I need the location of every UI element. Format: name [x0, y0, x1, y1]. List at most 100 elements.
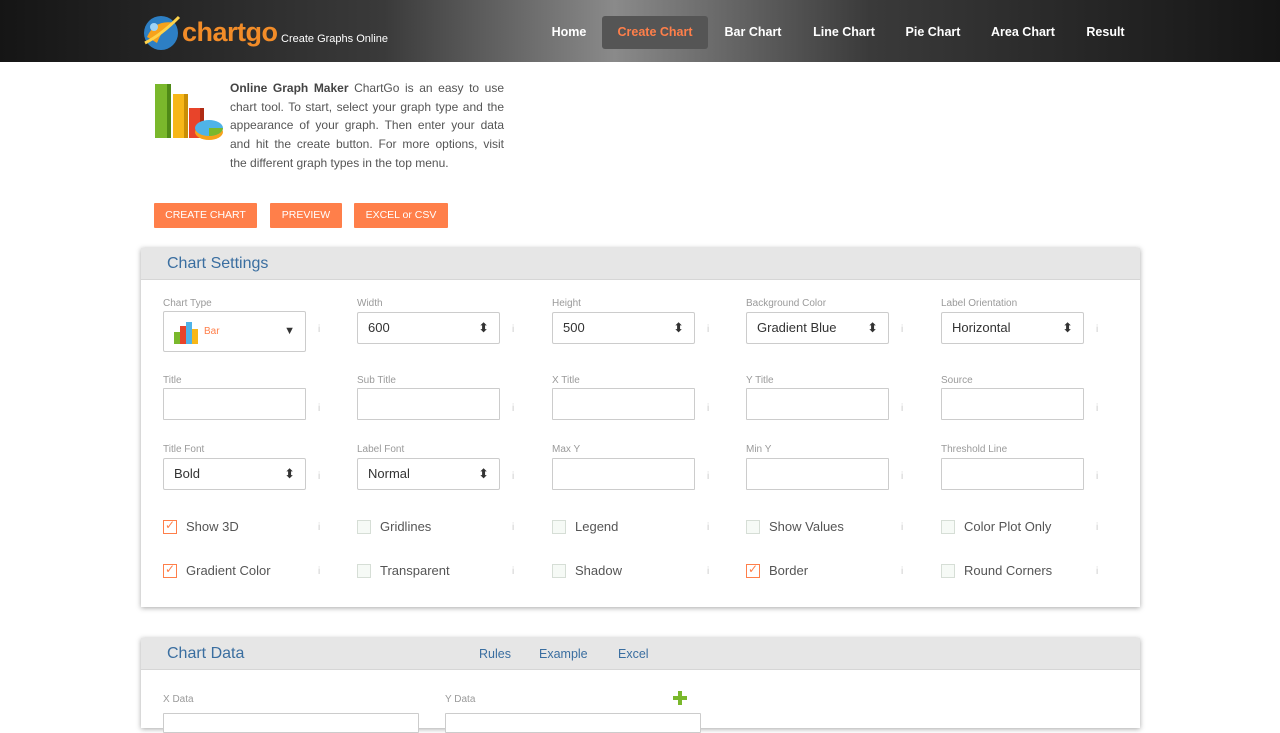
y-data-input[interactable]: [445, 713, 701, 733]
info-icon[interactable]: i: [318, 324, 320, 335]
nav-pie-chart[interactable]: Pie Chart: [897, 16, 969, 49]
updown-icon: ⬍: [478, 320, 489, 335]
threshold-line-label: Threshold Line: [941, 444, 1008, 455]
info-icon[interactable]: i: [512, 324, 514, 335]
info-icon[interactable]: i: [1096, 324, 1098, 335]
example-link[interactable]: Example: [539, 647, 588, 661]
nav-bar-chart[interactable]: Bar Chart: [716, 16, 790, 49]
show-3d-checkbox[interactable]: [163, 518, 177, 534]
threshold-line-input[interactable]: [941, 458, 1084, 490]
y-title-label: Y Title: [746, 375, 774, 386]
min-y-input[interactable]: [746, 458, 889, 490]
show-values-checkbox[interactable]: [746, 520, 760, 534]
label-font-select[interactable]: Normal ⬍: [357, 458, 500, 490]
height-select[interactable]: 500 ⬍: [552, 312, 695, 344]
source-input[interactable]: [941, 388, 1084, 420]
show-3d-label[interactable]: Show 3D: [186, 519, 239, 534]
brand-name[interactable]: chartgo: [182, 17, 278, 48]
info-icon[interactable]: i: [901, 566, 903, 577]
chart-data-header: Chart Data Rules Example Excel: [141, 638, 1140, 670]
info-icon[interactable]: i: [901, 522, 903, 533]
info-icon[interactable]: i: [512, 403, 514, 414]
width-value: 600: [368, 320, 390, 335]
info-icon[interactable]: i: [1096, 403, 1098, 414]
chevron-down-icon: ▼: [284, 325, 295, 337]
preview-button[interactable]: PREVIEW: [270, 203, 342, 228]
nav-create-chart[interactable]: Create Chart: [602, 16, 708, 49]
info-icon[interactable]: i: [318, 403, 320, 414]
info-icon[interactable]: i: [707, 324, 709, 335]
title-font-select[interactable]: Bold ⬍: [163, 458, 306, 490]
add-series-icon[interactable]: [673, 691, 687, 705]
excel-link[interactable]: Excel: [618, 647, 649, 661]
show-values-label[interactable]: Show Values: [769, 519, 844, 534]
updown-icon: ⬍: [673, 320, 684, 335]
excel-csv-button[interactable]: EXCEL or CSV: [354, 203, 448, 228]
info-icon[interactable]: i: [901, 324, 903, 335]
create-chart-button[interactable]: CREATE CHART: [154, 203, 257, 228]
legend-label[interactable]: Legend: [575, 519, 618, 534]
label-font-value: Normal: [368, 466, 410, 481]
info-icon[interactable]: i: [318, 471, 320, 482]
label-orientation-label: Label Orientation: [941, 298, 1018, 309]
info-icon[interactable]: i: [707, 403, 709, 414]
title-input[interactable]: [163, 388, 306, 420]
top-navigation-bar: chartgo Create Graphs Online Home Create…: [0, 0, 1280, 62]
gridlines-checkbox[interactable]: [357, 520, 371, 534]
x-title-label: X Title: [552, 375, 580, 386]
nav-result[interactable]: Result: [1078, 16, 1133, 49]
label-font-label: Label Font: [357, 444, 405, 455]
gradient-color-checkbox[interactable]: [163, 562, 177, 578]
y-title-input[interactable]: [746, 388, 889, 420]
border-checkbox[interactable]: [746, 562, 760, 578]
info-icon[interactable]: i: [707, 471, 709, 482]
width-label: Width: [357, 298, 383, 309]
border-label[interactable]: Border: [769, 563, 808, 578]
info-icon[interactable]: i: [512, 522, 514, 533]
intro-bold: Online Graph Maker: [230, 81, 349, 95]
round-corners-checkbox[interactable]: [941, 564, 955, 578]
nav-line-chart[interactable]: Line Chart: [804, 16, 884, 49]
max-y-input[interactable]: [552, 458, 695, 490]
info-icon[interactable]: i: [901, 403, 903, 414]
subtitle-input[interactable]: [357, 388, 500, 420]
gridlines-label[interactable]: Gridlines: [380, 519, 431, 534]
chart-type-select[interactable]: Bar ▼: [163, 311, 306, 352]
gradient-color-label[interactable]: Gradient Color: [186, 563, 271, 578]
info-icon[interactable]: i: [1096, 522, 1098, 533]
updown-icon: ⬍: [867, 320, 878, 335]
updown-icon: ⬍: [284, 466, 295, 481]
shadow-label[interactable]: Shadow: [575, 563, 622, 578]
label-orientation-select[interactable]: Horizontal ⬍: [941, 312, 1084, 344]
rules-link[interactable]: Rules: [479, 647, 511, 661]
intro-paragraph: Online Graph Maker ChartGo is an easy to…: [154, 79, 504, 173]
x-data-label: X Data: [163, 694, 194, 705]
legend-checkbox[interactable]: [552, 520, 566, 534]
color-plot-only-label[interactable]: Color Plot Only: [964, 519, 1051, 534]
info-icon[interactable]: i: [1096, 471, 1098, 482]
nav-home[interactable]: Home: [540, 16, 598, 49]
x-title-input[interactable]: [552, 388, 695, 420]
width-select[interactable]: 600 ⬍: [357, 312, 500, 344]
info-icon[interactable]: i: [318, 522, 320, 533]
info-icon[interactable]: i: [318, 566, 320, 577]
info-icon[interactable]: i: [707, 566, 709, 577]
transparent-label[interactable]: Transparent: [380, 563, 450, 578]
updown-icon: ⬍: [478, 466, 489, 481]
transparent-checkbox[interactable]: [357, 564, 371, 578]
chartgo-logo-icon[interactable]: [141, 13, 181, 51]
background-color-select[interactable]: Gradient Blue ⬍: [746, 312, 889, 344]
color-plot-only-checkbox[interactable]: [941, 520, 955, 534]
height-value: 500: [563, 320, 585, 335]
info-icon[interactable]: i: [1096, 566, 1098, 577]
x-data-input[interactable]: [163, 713, 419, 733]
info-icon[interactable]: i: [901, 471, 903, 482]
height-label: Height: [552, 298, 581, 309]
info-icon[interactable]: i: [512, 566, 514, 577]
info-icon[interactable]: i: [512, 471, 514, 482]
round-corners-label[interactable]: Round Corners: [964, 563, 1052, 578]
info-icon[interactable]: i: [707, 522, 709, 533]
nav-area-chart[interactable]: Area Chart: [984, 16, 1062, 49]
shadow-checkbox[interactable]: [552, 564, 566, 578]
min-y-label: Min Y: [746, 444, 772, 455]
